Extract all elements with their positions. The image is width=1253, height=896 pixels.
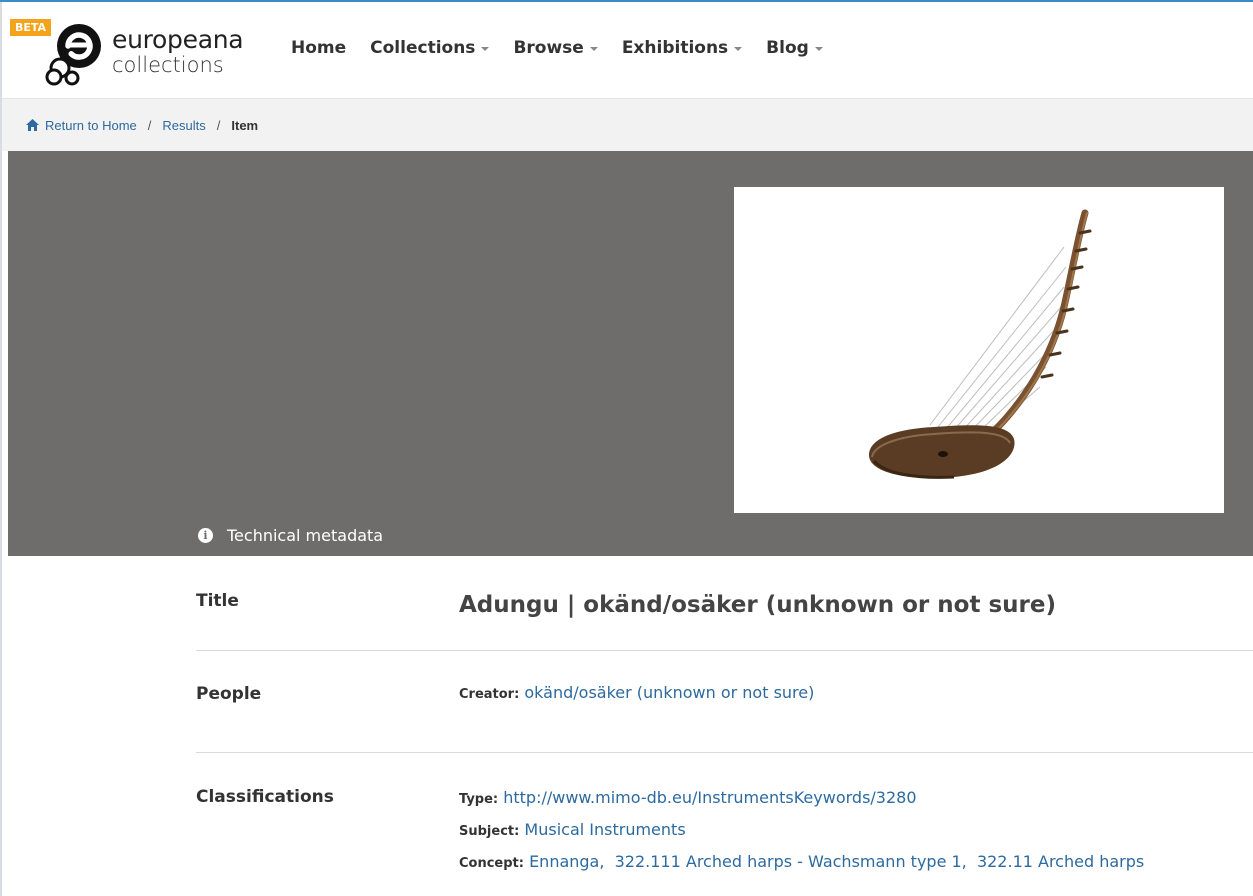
breadcrumb-separator: /	[147, 117, 152, 133]
home-icon[interactable]	[26, 119, 39, 131]
nav-blog[interactable]: Blog	[766, 38, 823, 58]
title-label: Title	[196, 591, 239, 611]
nav-collections[interactable]: Collections	[370, 38, 490, 58]
item-image[interactable]	[734, 187, 1224, 513]
creator-field: Creator: okänd/osäker (unknown or not su…	[459, 678, 814, 710]
type-field: Type: http://www.mimo-db.eu/InstrumentsK…	[459, 783, 1144, 815]
subject-field: Subject: Musical Instruments	[459, 815, 1144, 847]
nav-blog-label: Blog	[766, 38, 809, 58]
chevron-down-icon	[734, 47, 743, 51]
harp-illustration	[869, 209, 1092, 479]
technical-metadata-toggle[interactable]: i Technical metadata	[198, 526, 383, 545]
chevron-down-icon	[589, 47, 598, 51]
site-header: BETA europeana collections Home Collecti…	[2, 2, 1253, 99]
metadata-section: Title Adungu | okänd/osäker (unknown or …	[196, 556, 1253, 896]
subject-link[interactable]: Musical Instruments	[524, 820, 685, 839]
classifications-values: Type: http://www.mimo-db.eu/InstrumentsK…	[459, 783, 1144, 879]
type-link[interactable]: http://www.mimo-db.eu/InstrumentsKeyword…	[503, 788, 916, 807]
creator-link[interactable]: okänd/osäker (unknown or not sure)	[524, 683, 814, 702]
breadcrumb: Return to Home / Results / Item	[2, 99, 1253, 151]
type-key: Type:	[459, 792, 499, 807]
breadcrumb-results-link[interactable]: Results	[162, 118, 205, 133]
logo-line2: collections	[112, 53, 224, 77]
info-icon: i	[198, 528, 213, 543]
breadcrumb-home-link[interactable]: Return to Home	[45, 118, 137, 133]
concept-key: Concept:	[459, 856, 524, 871]
media-viewer: i Technical metadata	[8, 151, 1253, 556]
breadcrumb-separator: /	[216, 117, 221, 133]
logo-line1: europeana	[112, 25, 244, 54]
chevron-down-icon	[481, 47, 490, 51]
classifications-label: Classifications	[196, 787, 334, 807]
nav-collections-label: Collections	[370, 38, 476, 58]
nav-home[interactable]: Home	[291, 38, 346, 58]
chevron-down-icon	[814, 47, 823, 51]
concept-link[interactable]: 322.11 Arched harps	[977, 852, 1144, 871]
technical-metadata-label: Technical metadata	[227, 526, 384, 545]
subject-key: Subject:	[459, 824, 520, 839]
main-nav: Home Collections Browse Exhibitions Blog	[291, 38, 847, 58]
people-label: People	[196, 684, 262, 704]
nav-exhibitions-label: Exhibitions	[621, 38, 729, 58]
nav-home-label: Home	[291, 38, 347, 58]
metadata-row-people: People Creator: okänd/osäker (unknown or…	[196, 651, 1253, 753]
concept-link[interactable]: 322.111 Arched harps - Wachsmann type 1,	[615, 852, 967, 871]
nav-exhibitions[interactable]: Exhibitions	[621, 38, 743, 58]
europeana-logo-icon	[45, 24, 101, 86]
concept-field: Concept: Ennanga, 322.111 Arched harps -…	[459, 847, 1144, 879]
breadcrumb-current: Item	[231, 117, 259, 133]
creator-key: Creator:	[459, 687, 520, 702]
europeana-logo[interactable]: europeana collections	[44, 22, 264, 90]
metadata-row-classifications: Classifications Type: http://www.mimo-db…	[196, 753, 1253, 896]
item-title: Adungu | okänd/osäker (unknown or not su…	[459, 592, 1056, 618]
nav-browse-label: Browse	[513, 38, 584, 58]
concept-link[interactable]: Ennanga,	[529, 852, 604, 871]
metadata-row-title: Title Adungu | okänd/osäker (unknown or …	[196, 556, 1253, 651]
nav-browse[interactable]: Browse	[513, 38, 598, 58]
